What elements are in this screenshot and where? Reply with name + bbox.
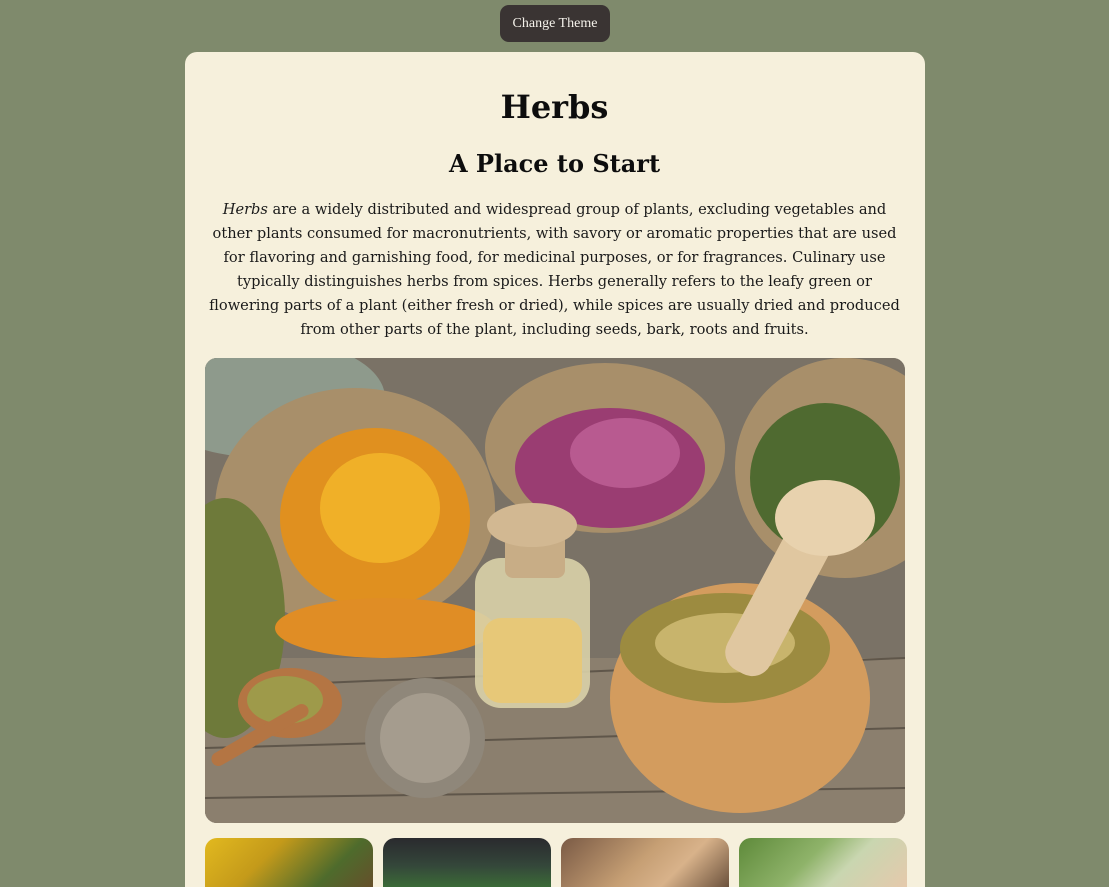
thumbnail-image[interactable] — [561, 838, 729, 887]
thumbnail-gallery — [205, 838, 907, 887]
section-subtitle: A Place to Start — [448, 149, 661, 178]
intro-paragraph: Herbs are a widely distributed and wides… — [203, 198, 906, 342]
hero-image-illustration — [205, 358, 905, 823]
change-theme-button[interactable]: Change Theme — [500, 5, 610, 42]
thumbnail-image[interactable] — [383, 838, 551, 887]
hero-image — [205, 358, 905, 823]
thumbnail-image[interactable] — [739, 838, 907, 887]
thumbnail-image[interactable] — [205, 838, 373, 887]
intro-lead-term: Herbs — [222, 201, 268, 218]
page: Change Theme Herbs A Place to Start Herb… — [0, 0, 1109, 887]
page-title: Herbs — [500, 88, 609, 126]
intro-body-text: are a widely distributed and widespread … — [209, 201, 900, 338]
